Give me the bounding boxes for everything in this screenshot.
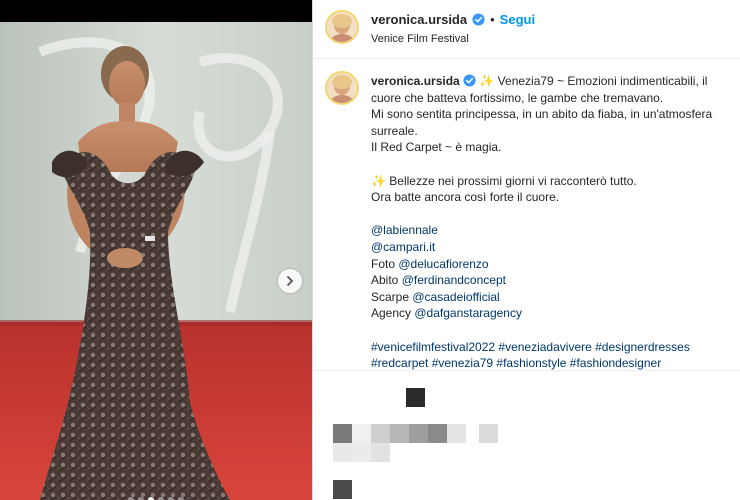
credit-dress: Abito @ferdinandconcept bbox=[371, 272, 733, 289]
mention-link[interactable]: @dafganstaragency bbox=[414, 306, 522, 320]
caption-line: Il Red Carpet ~ è magia. bbox=[371, 140, 502, 155]
post-side-panel: veronica.ursida • Segui Venice Film Fest… bbox=[312, 0, 740, 500]
verified-badge-icon bbox=[472, 13, 485, 26]
hashtags-cut[interactable]: #redcarpet #venezia79 #fashionstyle #fas… bbox=[371, 355, 733, 370]
caption-section: veronica.ursida ✨ Venezia79 ~ Emozioni i… bbox=[313, 59, 740, 370]
credit-label: Scarpe bbox=[371, 289, 410, 304]
post-modal: veronica.ursida • Segui Venice Film Fest… bbox=[0, 0, 740, 500]
avatar-image bbox=[327, 73, 357, 103]
header-user-row: veronica.ursida • Segui bbox=[371, 12, 535, 27]
pixel-block bbox=[409, 424, 428, 443]
mention-link[interactable]: @campari.it bbox=[371, 239, 733, 256]
mention-link[interactable]: @casadeiofficial bbox=[412, 290, 499, 304]
credit-label: Foto bbox=[371, 256, 396, 271]
photo-illustration bbox=[0, 22, 312, 500]
mention-link[interactable]: @delucafiorenzo bbox=[398, 257, 488, 271]
pixel-block bbox=[371, 424, 390, 443]
credit-photo: Foto @delucafiorenzo bbox=[371, 256, 733, 273]
caption-avatar[interactable] bbox=[325, 71, 359, 105]
avatar[interactable] bbox=[325, 10, 359, 44]
caption-line: ✨ Bellezze nei prossimi giorni vi raccon… bbox=[371, 173, 637, 188]
censored-actions-area bbox=[313, 371, 740, 500]
credit-shoes: Scarpe @casadeiofficial bbox=[371, 289, 733, 306]
pixel-block bbox=[352, 443, 371, 462]
pixel-block bbox=[406, 388, 425, 407]
post-photo[interactable] bbox=[0, 22, 312, 500]
separator-dot: • bbox=[490, 12, 495, 27]
post-location[interactable]: Venice Film Festival bbox=[371, 33, 469, 45]
caption-username[interactable]: veronica.ursida bbox=[371, 74, 460, 88]
follow-button[interactable]: Segui bbox=[500, 12, 535, 27]
pixel-block bbox=[333, 443, 352, 462]
caption-line: Ora batte ancora così forte il cuore. bbox=[371, 190, 560, 205]
caption-first-paragraph: veronica.ursida ✨ Venezia79 ~ Emozioni i… bbox=[371, 73, 733, 106]
credit-label: Abito bbox=[371, 273, 399, 288]
header-username[interactable]: veronica.ursida bbox=[371, 12, 467, 27]
pixel-block bbox=[428, 424, 447, 443]
hashtags[interactable]: #venicefilmfestival2022 #veneziadavivere… bbox=[371, 339, 733, 356]
credit-agency: Agency @dafganstaragency bbox=[371, 305, 733, 322]
caption-text: veronica.ursida ✨ Venezia79 ~ Emozioni i… bbox=[371, 73, 733, 370]
avatar-image bbox=[327, 12, 357, 42]
top-strip bbox=[0, 0, 312, 22]
mention-link[interactable]: @ferdinandconcept bbox=[402, 273, 506, 287]
pixel-block bbox=[447, 424, 466, 443]
verified-badge-icon bbox=[463, 74, 476, 87]
caption-line: Mi sono sentita principessa, in un abito… bbox=[371, 107, 713, 138]
pixel-block bbox=[479, 424, 498, 443]
chevron-right-icon bbox=[287, 276, 294, 286]
pixel-block bbox=[390, 424, 409, 443]
post-header: veronica.ursida • Segui Venice Film Fest… bbox=[313, 0, 740, 59]
pixel-block bbox=[333, 480, 352, 499]
pixel-block bbox=[352, 424, 371, 443]
credit-label: Agency bbox=[371, 306, 412, 321]
mention-link[interactable]: @labiennale bbox=[371, 222, 733, 239]
pixel-block bbox=[371, 443, 390, 462]
next-photo-button[interactable] bbox=[278, 269, 302, 293]
pixel-block bbox=[333, 424, 352, 443]
